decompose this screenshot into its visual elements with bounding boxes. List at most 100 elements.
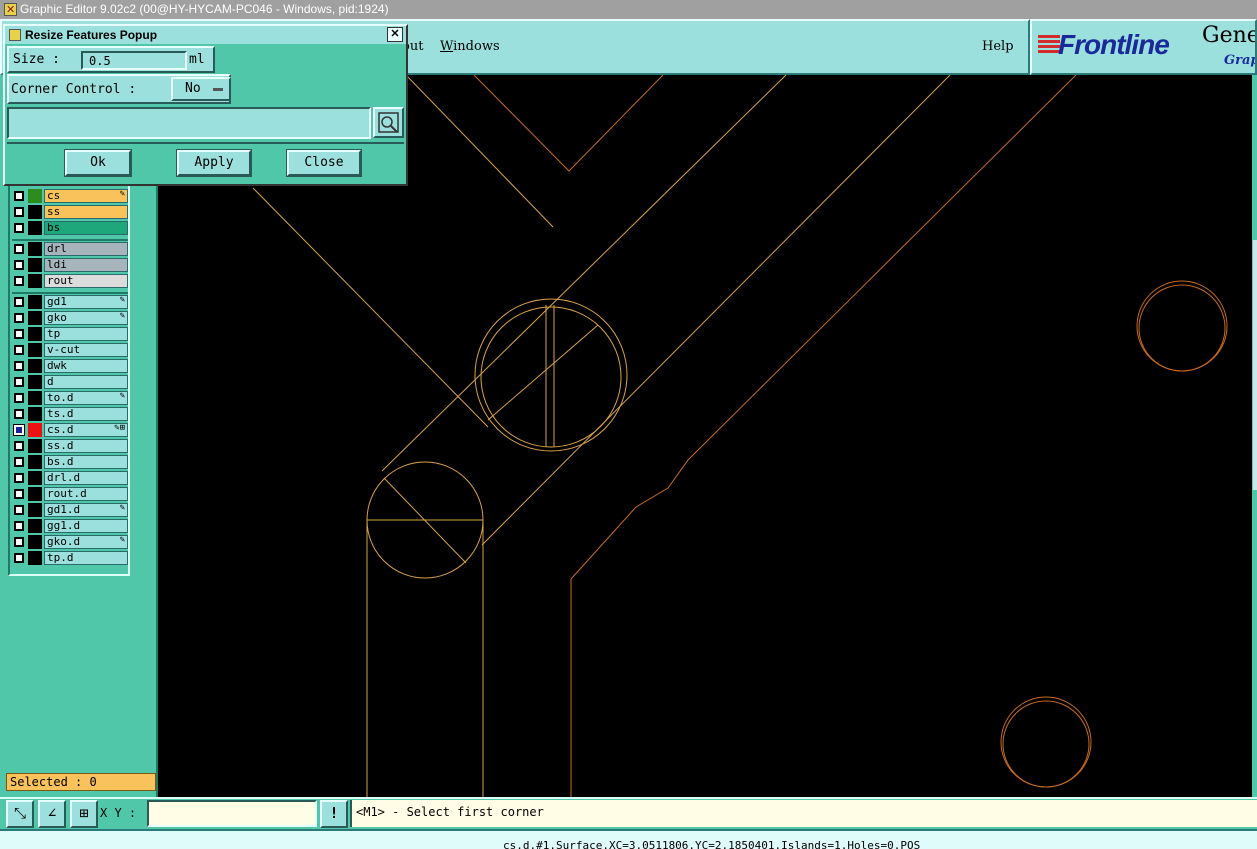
layer-name[interactable]: rout [44, 274, 128, 288]
layer-row[interactable]: to.d ✎ [12, 391, 128, 405]
layer-row[interactable]: ldi [12, 258, 128, 272]
layer-row[interactable]: rout [12, 274, 128, 288]
layer-row[interactable]: tp.d [12, 551, 128, 565]
layer-row[interactable]: gko.d ✎ [12, 535, 128, 549]
layer-checkbox[interactable] [14, 537, 24, 547]
layer-row[interactable]: ss.d [12, 439, 128, 453]
layer-name[interactable]: to.d [44, 391, 128, 405]
layer-name[interactable]: gko [44, 311, 128, 325]
layer-checkbox[interactable] [14, 489, 24, 499]
layer-color-swatch[interactable] [28, 391, 42, 405]
layer-checkbox[interactable] [14, 361, 24, 371]
layer-row[interactable]: gd1.d ✎ [12, 503, 128, 517]
layer-color-swatch[interactable] [28, 519, 42, 533]
grid-icon[interactable]: ⊞ [70, 800, 98, 828]
layer-name[interactable]: ts.d [44, 407, 128, 421]
layer-color-swatch[interactable] [28, 274, 42, 288]
layer-row[interactable]: gd1 ✎ [12, 295, 128, 309]
layer-checkbox[interactable] [14, 521, 24, 531]
layer-color-swatch[interactable] [28, 343, 42, 357]
corner-control-select[interactable]: No [171, 77, 231, 101]
layer-checkbox[interactable] [14, 393, 24, 403]
layer-name[interactable]: rout.d [44, 487, 128, 501]
layer-checkbox[interactable] [14, 457, 24, 467]
layer-color-swatch[interactable] [28, 423, 42, 437]
canvas-side-scrollbar[interactable] [1252, 240, 1257, 490]
apply-button[interactable]: Apply [176, 149, 252, 177]
layer-checkbox[interactable] [14, 441, 24, 451]
layer-color-swatch[interactable] [28, 535, 42, 549]
layer-checkbox[interactable] [14, 207, 24, 217]
menu-help[interactable]: Help [982, 39, 1014, 54]
layer-checkbox[interactable] [14, 473, 24, 483]
layer-name[interactable]: drl [44, 242, 128, 256]
layer-color-swatch[interactable] [28, 375, 42, 389]
layer-checkbox[interactable] [14, 377, 24, 387]
layer-row[interactable]: drl.d [12, 471, 128, 485]
close-button[interactable]: Close [286, 149, 362, 177]
measure-icon[interactable]: ∠ [38, 800, 66, 828]
layer-row[interactable]: d [12, 375, 128, 389]
layer-color-swatch[interactable] [28, 311, 42, 325]
layer-color-swatch[interactable] [28, 258, 42, 272]
popup-close-icon[interactable]: ✕ [387, 27, 403, 42]
layer-color-swatch[interactable] [28, 471, 42, 485]
layer-row[interactable]: ss [12, 205, 128, 219]
layer-checkbox[interactable] [14, 505, 24, 515]
layer-color-swatch[interactable] [28, 455, 42, 469]
layer-checkbox[interactable] [14, 276, 24, 286]
layer-row[interactable]: cs ✎ [12, 189, 128, 203]
layer-name[interactable]: ss [44, 205, 128, 219]
layer-checkbox[interactable] [14, 553, 24, 563]
layer-checkbox[interactable] [14, 223, 24, 233]
layer-name[interactable]: bs [44, 221, 128, 235]
layer-name[interactable]: drl.d [44, 471, 128, 485]
layer-checkbox[interactable] [14, 345, 24, 355]
zoom-fit-icon[interactable]: ⤡ [6, 800, 34, 828]
ok-button[interactable]: Ok [64, 149, 132, 177]
layer-name[interactable]: cs [44, 189, 128, 203]
layer-row[interactable]: gko ✎ [12, 311, 128, 325]
layer-name[interactable]: tp [44, 327, 128, 341]
xy-input[interactable] [147, 800, 317, 827]
layer-color-swatch[interactable] [28, 439, 42, 453]
layer-checkbox[interactable] [14, 244, 24, 254]
size-input[interactable] [81, 51, 187, 70]
layer-row[interactable]: bs.d [12, 455, 128, 469]
layer-color-swatch[interactable] [28, 242, 42, 256]
layer-row[interactable]: gg1.d [12, 519, 128, 533]
layer-name[interactable]: bs.d [44, 455, 128, 469]
layer-checkbox[interactable] [14, 297, 24, 307]
layer-color-swatch[interactable] [28, 221, 42, 235]
layer-row[interactable]: tp [12, 327, 128, 341]
layer-row[interactable]: dwk [12, 359, 128, 373]
layer-color-swatch[interactable] [28, 327, 42, 341]
layer-name[interactable]: gd1 [44, 295, 128, 309]
layer-name[interactable]: gg1.d [44, 519, 128, 533]
layer-row[interactable]: ts.d [12, 407, 128, 421]
layer-name[interactable]: gko.d [44, 535, 128, 549]
layer-name[interactable]: ldi [44, 258, 128, 272]
layer-checkbox[interactable] [14, 191, 24, 201]
layer-name[interactable]: v-cut [44, 343, 128, 357]
layer-row[interactable]: cs.d ✎⊞ [12, 423, 128, 437]
layer-row[interactable]: bs [12, 221, 128, 235]
popup-titlebar[interactable]: Resize Features Popup ✕ [5, 26, 406, 44]
layer-row[interactable]: rout.d [12, 487, 128, 501]
layer-color-swatch[interactable] [28, 189, 42, 203]
popup-tool-button[interactable] [373, 107, 404, 138]
exclaim-button[interactable]: ! [320, 800, 348, 828]
layer-color-swatch[interactable] [28, 407, 42, 421]
layer-color-swatch[interactable] [28, 487, 42, 501]
layer-checkbox[interactable] [14, 329, 24, 339]
layer-name[interactable]: gd1.d [44, 503, 128, 517]
menu-windows[interactable]: Windows [440, 39, 500, 54]
layer-color-swatch[interactable] [28, 205, 42, 219]
layer-color-swatch[interactable] [28, 503, 42, 517]
layer-name[interactable]: d [44, 375, 128, 389]
layer-name[interactable]: dwk [44, 359, 128, 373]
layer-checkbox[interactable] [14, 409, 24, 419]
layer-row[interactable]: drl [12, 242, 128, 256]
layer-checkbox[interactable] [14, 260, 24, 270]
layer-color-swatch[interactable] [28, 551, 42, 565]
